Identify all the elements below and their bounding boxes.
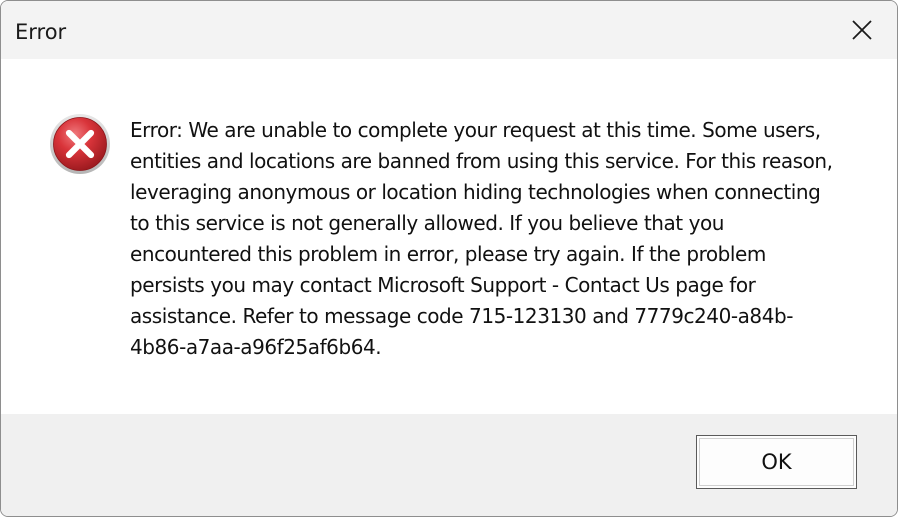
dialog-footer: OK: [1, 414, 897, 516]
ok-button[interactable]: OK: [696, 435, 857, 489]
dialog-title: Error: [15, 20, 67, 44]
error-dialog: Error Error: We are unable to complete y…: [0, 0, 898, 517]
close-button[interactable]: [827, 1, 897, 59]
close-icon: [852, 20, 872, 40]
dialog-content: Error: We are unable to complete your re…: [1, 59, 897, 414]
title-bar[interactable]: Error: [1, 1, 897, 59]
error-icon: [50, 114, 110, 174]
error-message: Error: We are unable to complete your re…: [130, 118, 833, 359]
